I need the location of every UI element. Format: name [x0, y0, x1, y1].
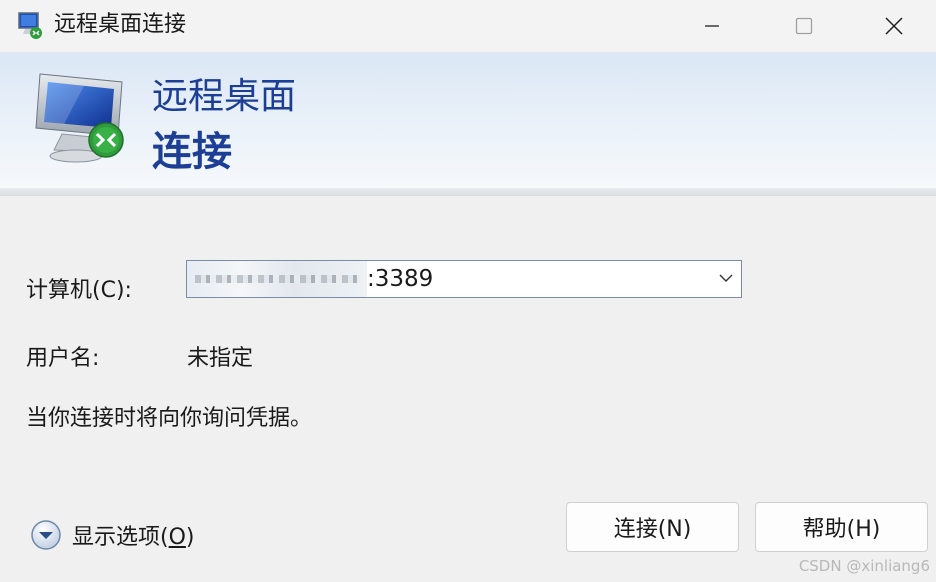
minimize-button[interactable] [667, 0, 757, 52]
username-label: 用户名: [26, 346, 100, 371]
computer-port-text[interactable]: :3389 [367, 263, 433, 295]
maximize-button[interactable] [759, 0, 849, 52]
close-button[interactable] [851, 0, 936, 52]
rdp-app-icon [18, 12, 42, 39]
banner-divider [0, 188, 936, 196]
watermark: CSDN @xinliang6 [798, 557, 930, 575]
minimize-icon [705, 25, 719, 27]
help-button[interactable]: 帮助(H) [755, 502, 928, 552]
close-icon [884, 17, 903, 35]
expand-options-icon[interactable] [30, 519, 62, 551]
computer-combobox[interactable]: :3389 [186, 260, 742, 298]
title-bar: 远程桌面连接 [0, 0, 936, 52]
banner-title-line2: 连接 [152, 129, 232, 175]
username-value: 未指定 [187, 346, 254, 371]
show-options-label[interactable]: 显示选项(O) [72, 519, 195, 551]
connect-button[interactable]: 连接(N) [566, 502, 739, 552]
redacted-address [187, 261, 367, 297]
computer-label: 计算机(C): [26, 278, 132, 303]
show-options-toggle[interactable]: 显示选项(O) [30, 518, 195, 552]
remote-monitor-icon [35, 73, 124, 163]
maximize-icon [795, 17, 813, 35]
dropdown-chevron-icon[interactable] [719, 273, 733, 283]
banner-title-line1: 远程桌面 [152, 76, 297, 117]
credentials-note: 当你连接时将向你询问凭据。 [26, 406, 313, 431]
window-title: 远程桌面连接 [54, 12, 187, 37]
header-banner [0, 52, 936, 189]
